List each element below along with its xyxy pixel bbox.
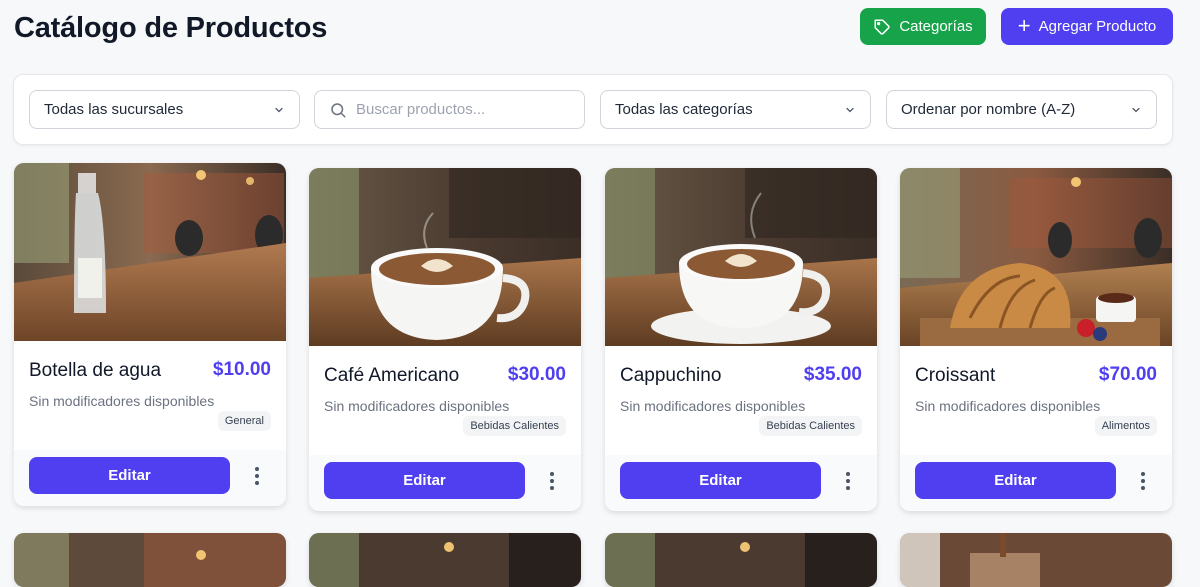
card-actions: Editar (900, 455, 1172, 511)
chevron-down-icon (275, 107, 283, 112)
product-image-croissant (900, 168, 1172, 346)
product-info: Botella de agua $10.00 Sin modificadores… (14, 341, 286, 450)
product-image (309, 533, 581, 587)
add-product-button[interactable]: + Agregar Producto (1001, 8, 1173, 45)
search-placeholder: Buscar productos... (356, 101, 486, 118)
category-badge: General (217, 411, 271, 431)
product-name: Croissant (915, 365, 996, 386)
edit-button[interactable]: Editar (29, 457, 230, 494)
category-badge: Bebidas Calientes (759, 416, 862, 436)
product-image-coffee-cup (309, 168, 581, 346)
category-select[interactable]: Todas las categorías (600, 90, 871, 129)
card-actions: Editar (605, 455, 877, 511)
more-options-icon[interactable] (1131, 467, 1155, 495)
plus-icon: + (1017, 12, 1031, 38)
categories-button-label: Categorías (899, 18, 973, 35)
tag-icon (874, 19, 890, 35)
product-modifiers: Sin modificadores disponibles (915, 398, 1101, 414)
product-modifiers: Sin modificadores disponibles (324, 398, 510, 414)
product-image-water-bottle (14, 163, 286, 341)
product-image (900, 533, 1172, 587)
edit-button[interactable]: Editar (324, 462, 525, 499)
product-card: Botella de agua $10.00 Sin modificadores… (14, 163, 286, 506)
card-actions: Editar (14, 450, 286, 506)
card-actions: Editar (309, 455, 581, 511)
add-product-button-label: Agregar Producto (1038, 18, 1157, 35)
product-card: Croissant $70.00 Sin modificadores dispo… (900, 168, 1172, 511)
search-icon (331, 102, 346, 117)
product-modifiers: Sin modificadores disponibles (29, 393, 215, 409)
category-badge: Bebidas Calientes (463, 416, 566, 436)
chevron-down-icon (846, 107, 854, 112)
product-price: $10.00 (212, 359, 271, 380)
filter-bar: Todas las sucursales Buscar productos...… (13, 74, 1173, 145)
sort-select[interactable]: Ordenar por nombre (A-Z) (886, 90, 1157, 129)
product-price: $35.00 (803, 364, 862, 385)
chevron-down-icon (1132, 107, 1140, 112)
more-options-icon[interactable] (540, 467, 564, 495)
edit-button[interactable]: Editar (915, 462, 1116, 499)
more-options-icon[interactable] (836, 467, 860, 495)
product-card: Cappuchino $35.00 Sin modificadores disp… (605, 168, 877, 511)
product-info: Café Americano $30.00 Sin modificadores … (309, 346, 581, 455)
product-image (605, 533, 877, 587)
product-modifiers: Sin modificadores disponibles (620, 398, 806, 414)
edit-button[interactable]: Editar (620, 462, 821, 499)
product-info: Cappuchino $35.00 Sin modificadores disp… (605, 346, 877, 455)
product-card (605, 533, 877, 587)
product-card (309, 533, 581, 587)
search-input[interactable]: Buscar productos... (314, 90, 585, 129)
branch-select-value: Todas las sucursales (44, 101, 184, 118)
product-card (14, 533, 286, 587)
product-price: $70.00 (1098, 364, 1157, 385)
product-card: Café Americano $30.00 Sin modificadores … (309, 168, 581, 511)
product-image (14, 533, 286, 587)
category-select-value: Todas las categorías (615, 101, 753, 118)
product-price: $30.00 (507, 364, 566, 385)
branch-select[interactable]: Todas las sucursales (29, 90, 300, 129)
page-title: Catálogo de Productos (14, 12, 328, 44)
product-name: Café Americano (324, 365, 460, 386)
sort-select-value: Ordenar por nombre (A-Z) (901, 101, 1076, 118)
category-badge: Alimentos (1094, 416, 1157, 436)
categories-button[interactable]: Categorías (860, 8, 986, 45)
product-card (900, 533, 1172, 587)
product-info: Croissant $70.00 Sin modificadores dispo… (900, 346, 1172, 455)
product-name: Cappuchino (620, 365, 722, 386)
product-name: Botella de agua (29, 360, 162, 381)
product-image-cappuccino-cup (605, 168, 877, 346)
more-options-icon[interactable] (245, 462, 269, 490)
